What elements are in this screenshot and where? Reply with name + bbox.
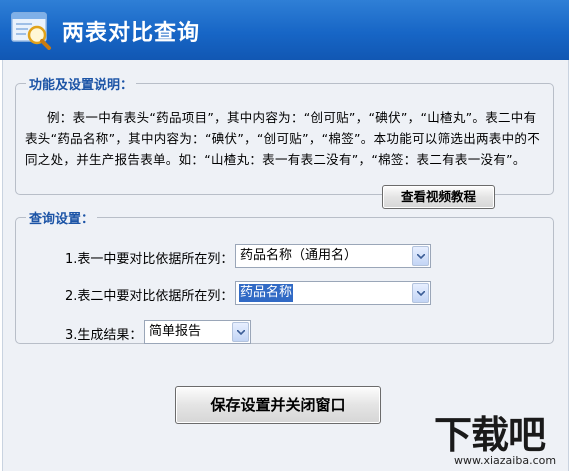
info-section-legend: 功能及设置说明： (29, 78, 134, 93)
table2-column-value: 药品名称 (239, 284, 294, 302)
info-section: 功能及设置说明： 例：表一中有表头“药品项目”，其中内容为：“创可贴”，“碘伏”… (15, 74, 554, 209)
window-title: 两表对比查询 (62, 21, 201, 46)
table2-column-select[interactable]: 药品名称 (235, 281, 431, 305)
watermark-text: 下载吧 (434, 413, 546, 457)
result-type-value: 简单报告 (149, 324, 202, 339)
result-type-label: 3.生成结果： (65, 328, 143, 343)
table2-column-label: 2.表二中要对比依据所在列： (65, 289, 234, 304)
watermark-url: www.xiazaiba.com (454, 454, 557, 467)
query-settings-section: 查询设置： 1.表一中要对比依据所在列： 药品名称（通用名） 2.表二中要对比依… (15, 208, 554, 344)
table1-column-select[interactable]: 药品名称（通用名） (235, 244, 431, 268)
table1-column-value: 药品名称（通用名） (240, 248, 358, 263)
result-type-select[interactable]: 简单报告 (144, 320, 251, 344)
query-settings-legend: 查询设置： (29, 212, 95, 227)
table1-column-label: 1.表一中要对比依据所在列： (65, 252, 234, 267)
table-search-icon (11, 12, 51, 50)
view-video-tutorial-button[interactable]: 查看视频教程 (382, 185, 495, 209)
save-and-close-button[interactable]: 保存设置并关闭窗口 (175, 386, 381, 424)
title-bar: 两表对比查询 (0, 0, 569, 60)
info-description: 例：表一中有表头“药品项目”，其中内容为：“创可贴”，“碘伏”，“山楂丸”。表二… (25, 110, 541, 167)
chevron-down-icon[interactable] (412, 246, 429, 266)
chevron-down-icon[interactable] (412, 283, 429, 303)
chevron-down-icon[interactable] (232, 322, 249, 342)
watermark-logo: 下载吧 www.xiazaiba.com (432, 404, 569, 471)
